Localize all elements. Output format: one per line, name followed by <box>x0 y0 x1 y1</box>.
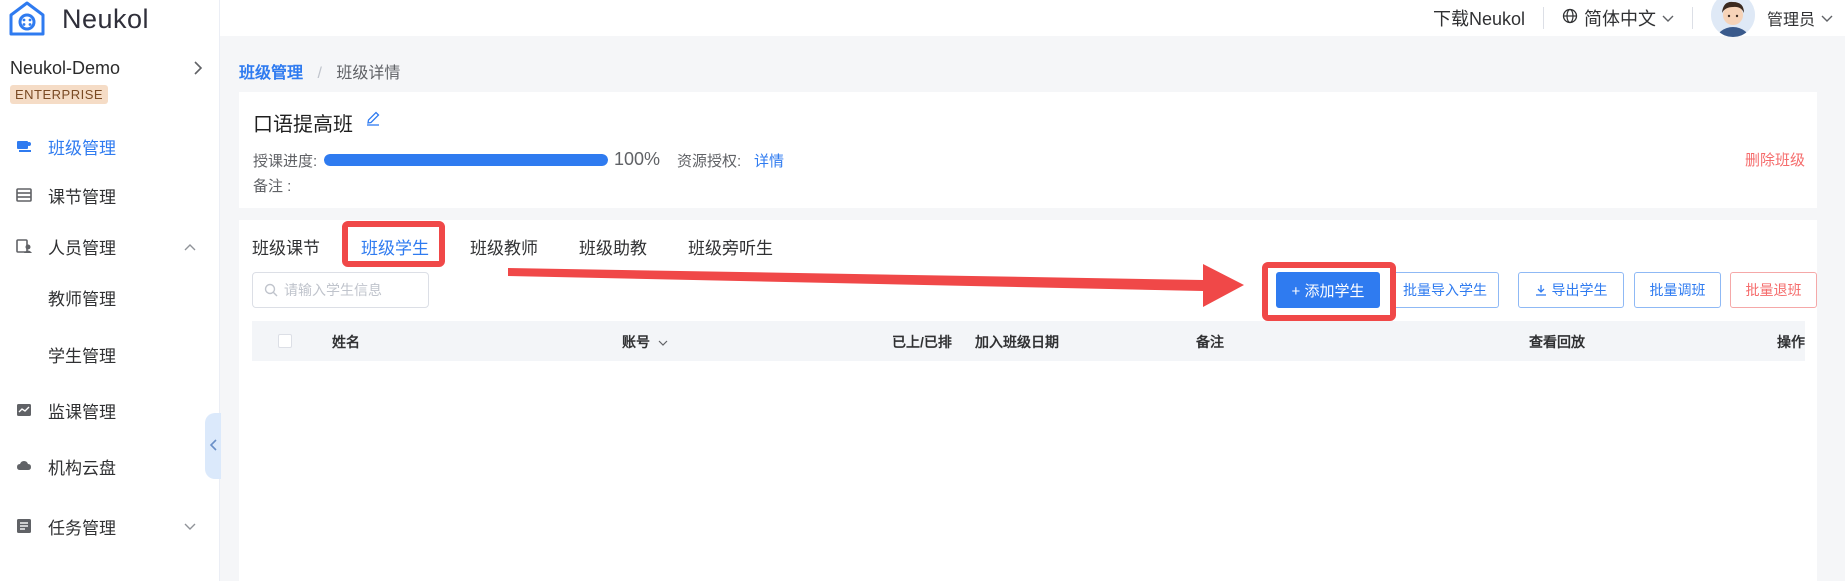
download-link[interactable]: 下载Neukol <box>1433 5 1525 31</box>
header-actions: 下载Neukol 简体中文 管理员 <box>1433 0 1845 37</box>
chevron-right-icon[interactable] <box>192 60 204 81</box>
org-switcher[interactable]: Neukol-Demo ENTERPRISE <box>10 58 210 104</box>
globe-icon <box>1562 8 1578 29</box>
column-header-account[interactable]: 账号 <box>622 332 668 352</box>
task-icon <box>16 518 32 534</box>
batch-import-students-button[interactable]: 批量导入学生 <box>1391 272 1499 308</box>
search-input[interactable] <box>284 282 414 298</box>
progress-label: 授课进度: <box>253 153 318 170</box>
language-selector[interactable]: 简体中文 <box>1562 5 1674 31</box>
batch-transfer-button[interactable]: 批量调班 <box>1634 272 1721 308</box>
chevron-left-icon <box>209 438 217 454</box>
search-icon <box>264 283 278 297</box>
export-students-button[interactable]: 导出学生 <box>1518 272 1624 308</box>
sidebar-item-label: 教师管理 <box>48 289 116 309</box>
monitor-icon <box>16 402 32 418</box>
sidebar-item-label: 机构云盘 <box>48 458 116 478</box>
sidebar: Neukol Neukol-Demo ENTERPRISE 班级管理 课节管理 … <box>0 0 220 581</box>
sidebar-item-class-management[interactable]: 班级管理 <box>0 126 220 166</box>
class-students-panel: 班级课节 班级学生 班级教师 班级助教 班级旁听生 + 添加学生 批量导入学生 … <box>239 220 1817 581</box>
logo-icon <box>9 1 45 36</box>
note-label: 备注 : <box>253 178 292 195</box>
sidebar-item-cloud-drive[interactable]: 机构云盘 <box>0 446 220 486</box>
tab-class-teachers[interactable]: 班级教师 <box>470 234 538 259</box>
sidebar-item-student-management[interactable]: 学生管理 <box>0 334 220 374</box>
header-divider <box>1691 7 1693 29</box>
column-header-actions: 操作 <box>1777 334 1805 350</box>
user-name[interactable]: 管理员 <box>1767 6 1815 30</box>
breadcrumb-parent[interactable]: 班级管理 <box>239 65 303 82</box>
progress-percent: 100% <box>614 149 661 169</box>
top-header: 下载Neukol 简体中文 管理员 <box>220 0 1845 37</box>
breadcrumb-separator: / <box>317 65 322 82</box>
org-name: Neukol-Demo <box>10 58 121 78</box>
class-title: 口语提高班 <box>253 114 353 136</box>
header-divider <box>1542 7 1544 29</box>
batch-withdraw-button[interactable]: 批量退班 <box>1730 272 1817 308</box>
tab-class-lessons[interactable]: 班级课节 <box>252 234 320 259</box>
delete-class-link[interactable]: 删除班级 <box>1745 149 1805 170</box>
chevron-down-icon[interactable] <box>1821 10 1833 26</box>
column-header-name: 姓名 <box>332 334 360 350</box>
resource-auth-label: 资源授权: <box>677 153 742 170</box>
class-info-card: 口语提高班 授课进度: 100% 资源授权: 详情 删除班级 备注 : <box>239 92 1817 208</box>
column-header-note: 备注 <box>1196 334 1224 350</box>
download-icon <box>1535 284 1547 296</box>
sidebar-item-label: 学生管理 <box>48 346 116 366</box>
column-header-replay: 查看回放 <box>1529 334 1585 350</box>
student-search[interactable] <box>252 272 429 308</box>
sidebar-item-label: 任务管理 <box>48 518 116 538</box>
resource-auth-detail-link[interactable]: 详情 <box>754 150 784 171</box>
sidebar-item-label: 监课管理 <box>48 402 116 422</box>
list-icon <box>16 187 32 203</box>
sidebar-item-monitor-management[interactable]: 监课管理 <box>0 390 220 430</box>
annotation-highlight-students-tab <box>342 221 445 267</box>
export-students-label: 导出学生 <box>1551 282 1608 298</box>
column-header-join-date: 加入班级日期 <box>975 334 1059 350</box>
logo-text: Neukol <box>62 3 150 34</box>
logo[interactable]: Neukol <box>8 0 149 38</box>
sidebar-item-label: 课节管理 <box>48 187 116 207</box>
sidebar-item-teacher-management[interactable]: 教师管理 <box>0 277 220 317</box>
language-label: 简体中文 <box>1583 9 1656 29</box>
progress-bar <box>324 154 608 166</box>
tab-class-auditors[interactable]: 班级旁听生 <box>688 234 773 259</box>
breadcrumb-current: 班级详情 <box>336 65 401 82</box>
select-all-checkbox[interactable] <box>278 334 292 348</box>
chevron-down-icon <box>1662 10 1674 26</box>
progress-fill <box>324 154 608 166</box>
column-header-attended: 已上/已排 <box>892 334 952 350</box>
sidebar-item-lesson-management[interactable]: 课节管理 <box>0 175 220 215</box>
sidebar-item-label: 人员管理 <box>48 238 116 258</box>
tab-class-assistants[interactable]: 班级助教 <box>579 234 647 259</box>
chevron-up-icon <box>184 239 196 254</box>
chevron-down-icon[interactable] <box>658 336 668 350</box>
class-icon <box>16 138 32 154</box>
sidebar-item-label: 班级管理 <box>48 138 116 158</box>
breadcrumb: 班级管理 / 班级详情 <box>239 59 400 83</box>
plan-badge: ENTERPRISE <box>10 85 109 104</box>
students-table-header: 姓名 账号 已上/已排 加入班级日期 备注 查看回放 操作 <box>252 321 1805 361</box>
chevron-down-icon <box>184 519 196 534</box>
sidebar-collapse-handle[interactable] <box>205 413 221 479</box>
edit-icon[interactable] <box>365 110 381 131</box>
sidebar-item-personnel-management[interactable]: 人员管理 <box>0 226 220 266</box>
people-icon <box>16 238 32 254</box>
user-avatar[interactable] <box>1710 0 1755 37</box>
column-header-account-label: 账号 <box>622 334 650 350</box>
sidebar-item-task-management[interactable]: 任务管理 <box>0 506 220 546</box>
cloud-icon <box>16 458 32 474</box>
annotation-highlight-add-student <box>1262 262 1396 321</box>
